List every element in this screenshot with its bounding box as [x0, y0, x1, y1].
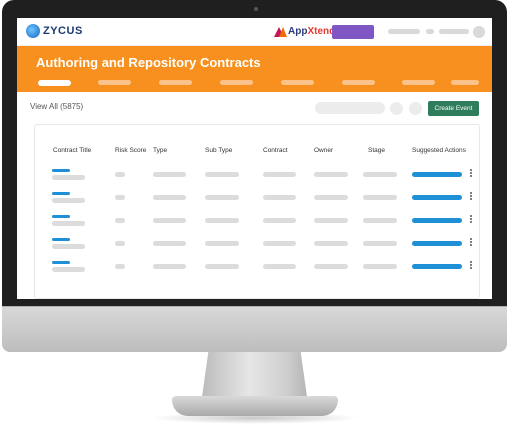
- more-options-icon[interactable]: [470, 238, 473, 247]
- filter-icon[interactable]: [390, 102, 403, 115]
- sub-type-value: [205, 195, 239, 200]
- contract-value: [263, 172, 296, 177]
- contract-value: [263, 195, 296, 200]
- contract-title-subtext: [52, 221, 85, 226]
- table-row[interactable]: [35, 238, 481, 260]
- risk-score-value: [115, 218, 125, 223]
- stage-value: [363, 172, 397, 177]
- type-value: [153, 218, 186, 223]
- search-input[interactable]: [315, 102, 385, 114]
- sub-type-value: [205, 218, 239, 223]
- owner-value: [314, 218, 348, 223]
- tab-8[interactable]: [451, 80, 479, 85]
- risk-score-value: [115, 241, 125, 246]
- owner-value: [314, 241, 348, 246]
- settings-icon[interactable]: [409, 102, 422, 115]
- appxtend-logo: AppXtend: [274, 26, 335, 37]
- more-options-icon[interactable]: [470, 169, 473, 178]
- owner-value: [314, 172, 348, 177]
- column-header-owner[interactable]: Owner: [314, 147, 333, 154]
- column-header-risk-score[interactable]: Risk Score: [115, 147, 146, 154]
- monitor-illustration: ZYCUS AppXtend Authoring and Repository …: [0, 0, 509, 427]
- contract-title-link[interactable]: [52, 215, 70, 218]
- monitor-neck: [202, 352, 307, 397]
- more-options-icon[interactable]: [470, 192, 473, 201]
- risk-score-value: [115, 195, 125, 200]
- monitor-chin: [2, 306, 507, 352]
- zycus-logo-icon: [26, 24, 40, 38]
- page-banner: Authoring and Repository Contracts: [17, 46, 492, 92]
- suggested-action-link[interactable]: [412, 172, 462, 177]
- type-value: [153, 172, 186, 177]
- header-action-button[interactable]: [332, 25, 374, 39]
- contract-title-link[interactable]: [52, 192, 70, 195]
- appxtend-text: AppXtend: [288, 26, 336, 37]
- suggested-action-link[interactable]: [412, 264, 462, 269]
- camera-dot: [254, 7, 258, 11]
- column-header-suggested-actions[interactable]: Suggested Actions: [412, 147, 466, 154]
- stage-value: [363, 264, 397, 269]
- header-placeholder-2[interactable]: [426, 29, 434, 34]
- contract-title-subtext: [52, 267, 85, 272]
- stage-value: [363, 241, 397, 246]
- contract-value: [263, 241, 296, 246]
- header-placeholder-1[interactable]: [388, 29, 420, 34]
- contract-value: [263, 218, 296, 223]
- more-options-icon[interactable]: [470, 261, 473, 270]
- view-all-label[interactable]: View All (5875): [30, 102, 83, 111]
- contract-title-subtext: [52, 198, 85, 203]
- table-row[interactable]: [35, 215, 481, 237]
- suggested-action-link[interactable]: [412, 241, 462, 246]
- column-header-contract-title[interactable]: Contract Title: [53, 147, 91, 154]
- sub-type-value: [205, 264, 239, 269]
- tab-1[interactable]: [38, 80, 71, 86]
- contract-value: [263, 264, 296, 269]
- table-row[interactable]: [35, 169, 481, 191]
- appxtend-icon: [274, 26, 287, 37]
- column-header-contract[interactable]: Contract: [263, 147, 288, 154]
- stage-value: [363, 218, 397, 223]
- contracts-table: Contract Title Risk Score Type Sub Type …: [34, 124, 480, 299]
- contract-title-link[interactable]: [52, 169, 70, 172]
- contract-title-link[interactable]: [52, 261, 70, 264]
- tab-3[interactable]: [159, 80, 192, 85]
- risk-score-value: [115, 264, 125, 269]
- tab-4[interactable]: [220, 80, 253, 85]
- table-row[interactable]: [35, 261, 481, 283]
- header-placeholder-3[interactable]: [439, 29, 469, 34]
- contract-title-subtext: [52, 244, 85, 249]
- owner-value: [314, 264, 348, 269]
- tab-5[interactable]: [281, 80, 314, 85]
- page-title: Authoring and Repository Contracts: [36, 55, 261, 70]
- zycus-logo[interactable]: ZYCUS: [26, 24, 83, 38]
- tab-6[interactable]: [342, 80, 375, 85]
- stage-value: [363, 195, 397, 200]
- type-value: [153, 264, 186, 269]
- sub-type-value: [205, 172, 239, 177]
- risk-score-value: [115, 172, 125, 177]
- top-bar: ZYCUS AppXtend: [17, 18, 492, 46]
- contract-title-link[interactable]: [52, 238, 70, 241]
- tab-2[interactable]: [98, 80, 131, 85]
- tab-7[interactable]: [402, 80, 435, 85]
- create-event-button[interactable]: Create Event: [428, 101, 479, 116]
- monitor-base: [172, 396, 338, 416]
- type-value: [153, 195, 186, 200]
- more-options-icon[interactable]: [470, 215, 473, 224]
- logo-text: ZYCUS: [43, 24, 83, 37]
- column-header-sub-type[interactable]: Sub Type: [205, 147, 232, 154]
- contract-title-subtext: [52, 175, 85, 180]
- owner-value: [314, 195, 348, 200]
- table-row[interactable]: [35, 192, 481, 214]
- app-screen: ZYCUS AppXtend Authoring and Repository …: [17, 18, 492, 299]
- suggested-action-link[interactable]: [412, 195, 462, 200]
- sub-type-value: [205, 241, 239, 246]
- suggested-action-link[interactable]: [412, 218, 462, 223]
- column-header-type[interactable]: Type: [153, 147, 167, 154]
- avatar[interactable]: [473, 26, 485, 38]
- type-value: [153, 241, 186, 246]
- column-header-stage[interactable]: Stage: [368, 147, 385, 154]
